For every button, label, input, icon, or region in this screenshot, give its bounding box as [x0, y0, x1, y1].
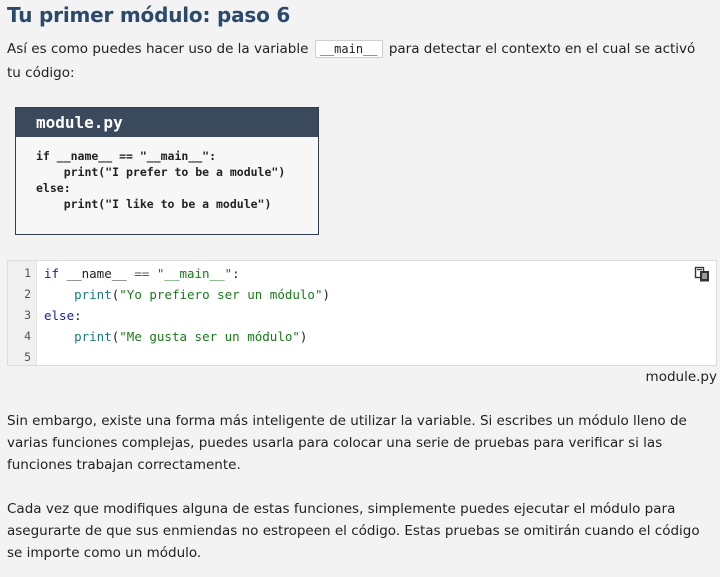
figure-code-line: print("I prefer to be a module")	[36, 165, 286, 179]
code-token: ==	[134, 266, 157, 281]
code-token: else	[44, 308, 75, 323]
code-token: :	[232, 266, 240, 281]
code-token: )	[322, 287, 331, 302]
code-token: print	[74, 287, 112, 302]
line-number: 3	[24, 308, 31, 322]
code-figure: module.py if __name__ == "__main__": pri…	[15, 107, 319, 235]
code-token: "Me gusta ser un módulo"	[119, 329, 300, 344]
code-token: "Yo prefiero ser un módulo"	[119, 287, 323, 302]
figure-code-block: if __name__ == "__main__": print("I pref…	[16, 137, 318, 212]
page-title: Tu primer módulo: paso 6	[7, 3, 291, 27]
code-line[interactable]: print("Me gusta ser un módulo")	[44, 326, 307, 347]
inline-code-main: __main__	[314, 40, 383, 58]
body-paragraph-2: Cada vez que modifiques alguna de estas …	[7, 501, 700, 561]
editor-caption: module.py	[645, 369, 717, 385]
intro-paragraph: Así es como puedes hacer uso de la varia…	[7, 37, 707, 85]
line-number: 1	[24, 266, 31, 280]
code-token: print	[74, 329, 112, 344]
line-number: 2	[24, 287, 31, 301]
code-token: )	[299, 329, 308, 344]
figure-filename: module.py	[16, 108, 318, 137]
line-number: 4	[24, 329, 31, 343]
figure-code-line: else:	[36, 181, 71, 195]
figure-code-line: if __name__ == "__main__":	[36, 149, 217, 163]
body-paragraph-1: Sin embargo, existe una forma más inteli…	[7, 413, 687, 473]
code-token: if	[44, 266, 67, 281]
line-number: 5	[24, 350, 31, 364]
code-line[interactable]: if __name__ == "__main__":	[44, 263, 240, 284]
code-line[interactable]: print("Yo prefiero ser un módulo")	[44, 284, 330, 305]
code-token: "__main__"	[156, 266, 233, 281]
copy-icon[interactable]	[694, 266, 710, 282]
intro-text-before: Así es como puedes hacer uso de la varia…	[7, 41, 309, 57]
code-token: :	[74, 308, 82, 323]
line-number-gutter: 1 2 3 4 5	[8, 261, 37, 365]
code-editor[interactable]: 1 2 3 4 5 if __name__ == "__main__": pri…	[7, 260, 717, 366]
figure-code-line: print("I like to be a module")	[36, 197, 272, 211]
code-line[interactable]: else:	[44, 305, 82, 326]
code-token: __name__	[66, 266, 135, 281]
